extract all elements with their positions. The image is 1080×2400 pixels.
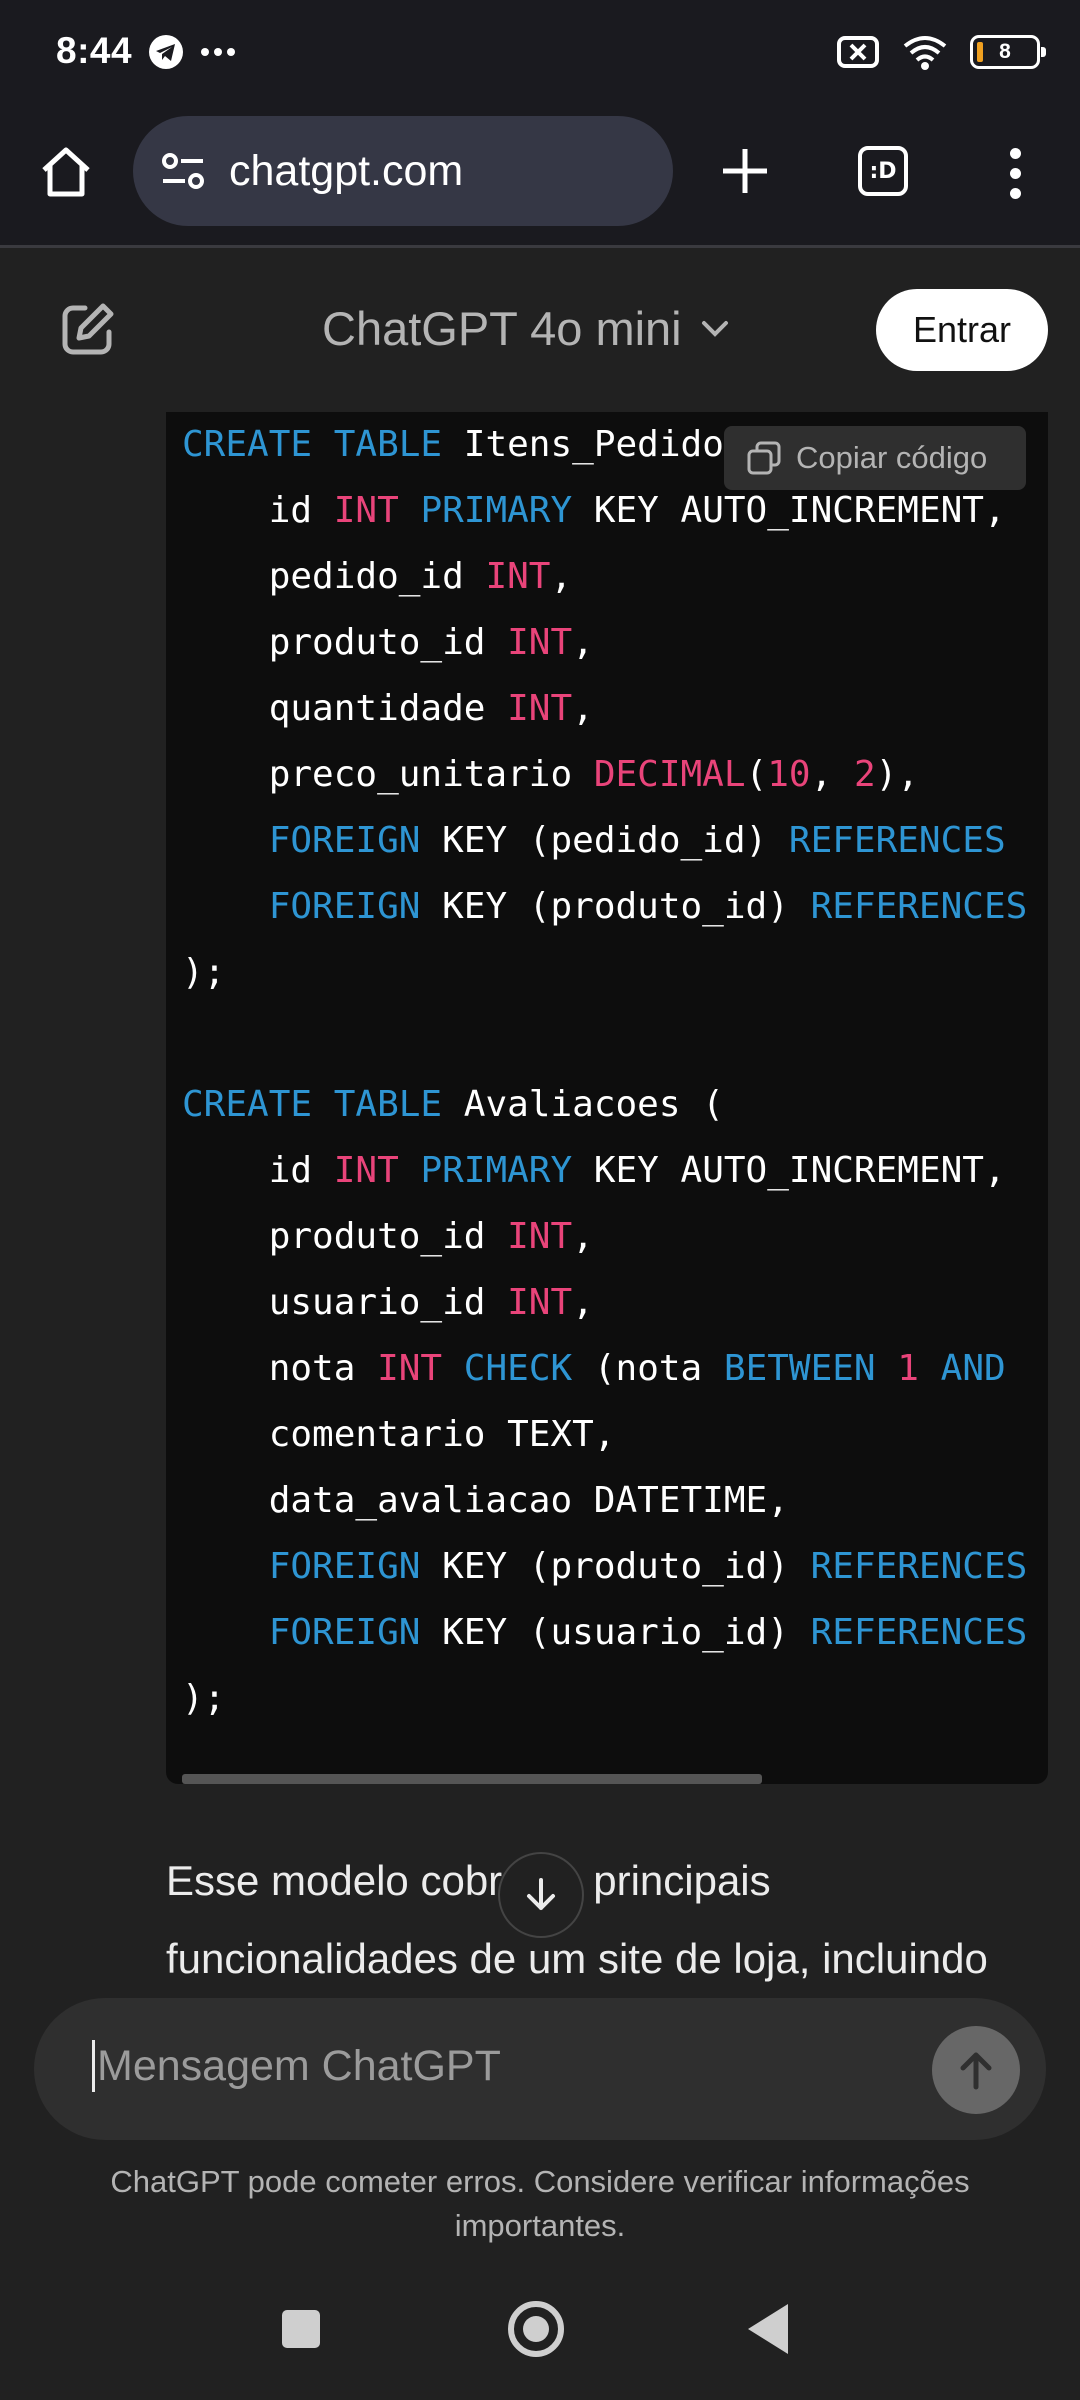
code-line: comentario TEXT, bbox=[182, 1414, 616, 1455]
browser-menu-button[interactable] bbox=[990, 138, 1040, 208]
code-line: data_avaliacao DATETIME, bbox=[182, 1480, 789, 1521]
code-line: FOREIGN KEY (pedido_id) REFERENCES bbox=[268, 820, 1006, 861]
home-nav-button[interactable] bbox=[508, 2301, 564, 2357]
code-line: CREATE TABLE Avaliacoes ( bbox=[182, 1084, 724, 1125]
tab-switcher-button[interactable]: :D bbox=[850, 138, 916, 204]
code-line: pedido_id INT, bbox=[182, 556, 573, 597]
home-button[interactable] bbox=[32, 138, 100, 206]
code-line: ); bbox=[182, 952, 226, 993]
copy-code-button[interactable]: Copiar código bbox=[724, 426, 1026, 490]
recents-button[interactable] bbox=[282, 2310, 320, 2348]
back-button[interactable] bbox=[748, 2304, 788, 2354]
code-content: CREATE TABLE Itens_Pedidos ( id INT PRIM… bbox=[182, 412, 1027, 1732]
scroll-to-bottom-button[interactable] bbox=[498, 1852, 584, 1938]
code-line: FOREIGN KEY (produto_id) REFERENCES bbox=[268, 1546, 1028, 1587]
edit-icon bbox=[62, 303, 114, 355]
message-placeholder: Mensagem ChatGPT bbox=[97, 2041, 501, 2090]
address-bar[interactable]: chatgpt.com bbox=[133, 116, 673, 226]
copy-code-label: Copiar código bbox=[796, 440, 988, 475]
telegram-icon bbox=[149, 35, 183, 69]
browser-toolbar: chatgpt.com :D bbox=[0, 108, 1080, 248]
wifi-icon bbox=[903, 36, 947, 70]
code-line: FOREIGN KEY (usuario_id) REFERENCES bbox=[268, 1612, 1028, 1653]
text-caret bbox=[92, 2040, 95, 2092]
disclaimer-text: ChatGPT pode cometer erros. Considere ve… bbox=[110, 2164, 970, 2243]
code-block: CREATE TABLE Itens_Pedidos ( id INT PRIM… bbox=[166, 412, 1048, 1784]
model-selector[interactable]: ChatGPT 4o mini bbox=[322, 301, 730, 356]
arrow-up-icon bbox=[960, 2052, 992, 2090]
status-time: 8:44 bbox=[56, 30, 133, 71]
tab-switcher-icon: :D bbox=[858, 146, 908, 196]
system-navigation-bar bbox=[0, 2266, 1080, 2400]
login-button[interactable]: Entrar bbox=[876, 289, 1048, 371]
code-line: produto_id INT, bbox=[182, 1216, 594, 1257]
battery-level: 8 bbox=[999, 40, 1011, 63]
code-line: usuario_id INT, bbox=[182, 1282, 594, 1323]
url-text[interactable]: chatgpt.com bbox=[229, 147, 463, 196]
new-tab-button[interactable] bbox=[710, 136, 780, 206]
home-icon bbox=[42, 147, 90, 197]
more-dots-icon bbox=[201, 48, 235, 56]
code-line: id INT PRIMARY KEY AUTO_INCREMENT, bbox=[182, 1150, 1006, 1191]
code-horizontal-scrollbar[interactable] bbox=[182, 1774, 762, 1784]
chevron-down-icon bbox=[701, 320, 728, 337]
code-line: ); bbox=[182, 1678, 226, 1719]
chat-header: ChatGPT 4o mini Entrar bbox=[0, 251, 1080, 411]
battery-icon: 8 bbox=[970, 35, 1046, 69]
code-line: nota INT CHECK (nota BETWEEN 1 AND bbox=[182, 1348, 1006, 1389]
site-settings-icon[interactable] bbox=[159, 147, 207, 195]
arrow-down-icon bbox=[527, 1878, 555, 1910]
message-composer[interactable]: Mensagem ChatGPT bbox=[34, 1998, 1046, 2140]
send-button[interactable] bbox=[932, 2026, 1020, 2114]
model-name: ChatGPT 4o mini bbox=[322, 302, 682, 355]
code-line: quantidade INT, bbox=[182, 688, 594, 729]
message-input[interactable]: Mensagem ChatGPT bbox=[92, 2040, 501, 2092]
copy-icon bbox=[747, 441, 781, 475]
assistant-response-text: Esse modelo cobre os principais funciona… bbox=[166, 1857, 988, 1982]
no-sim-icon bbox=[837, 36, 879, 68]
code-line: preco_unitario DECIMAL(10, 2), bbox=[182, 754, 919, 795]
new-chat-button[interactable] bbox=[56, 297, 120, 361]
code-line: FOREIGN KEY (produto_id) REFERENCES bbox=[268, 886, 1028, 927]
status-bar: 8:44 8 bbox=[0, 0, 1080, 108]
code-line: produto_id INT, bbox=[182, 622, 594, 663]
plus-icon bbox=[723, 149, 767, 193]
